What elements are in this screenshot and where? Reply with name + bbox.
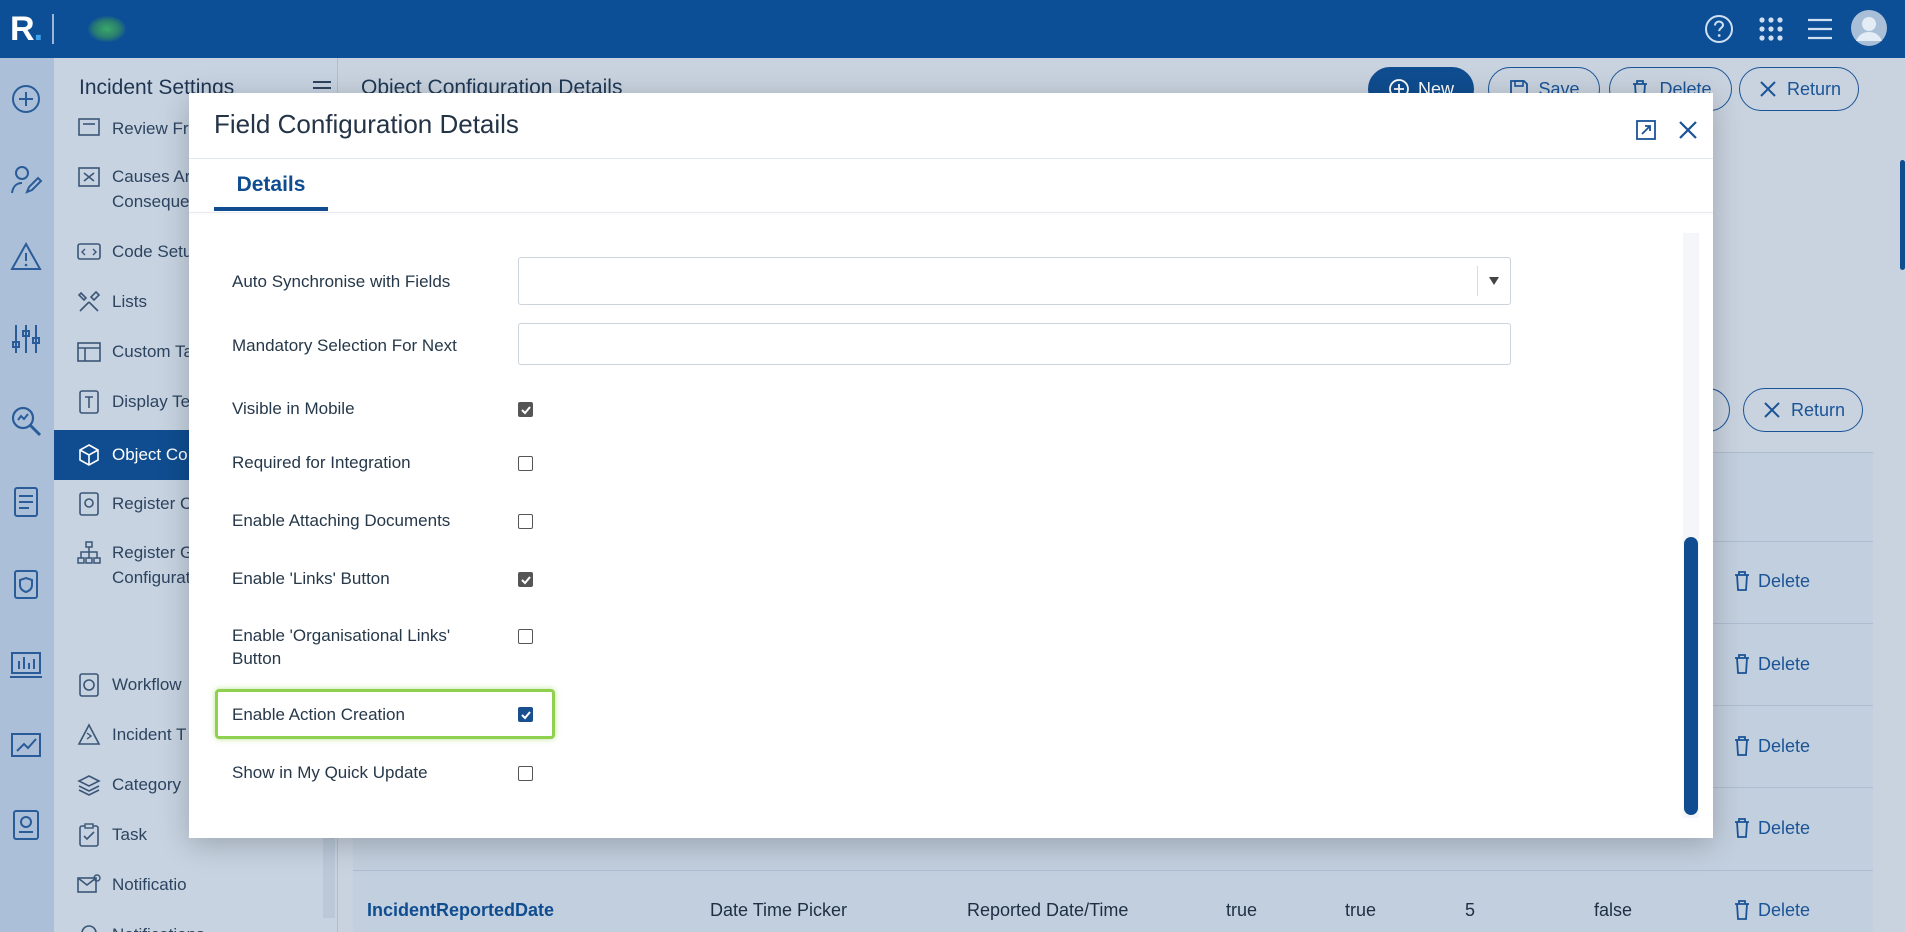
warning-icon[interactable]: [9, 240, 43, 274]
auto-sync-select[interactable]: [518, 257, 1511, 305]
visible-mobile-checkbox[interactable]: [518, 402, 533, 417]
hierarchy-icon: [76, 540, 102, 566]
help-icon[interactable]: [1703, 13, 1735, 45]
user-edit-icon[interactable]: [9, 163, 43, 197]
shield-document-icon[interactable]: [9, 567, 43, 601]
action-creation-checkbox[interactable]: [518, 707, 533, 722]
modal-title: Field Configuration Details: [214, 109, 519, 139]
side-item-notifications[interactable]: Notifications: [54, 922, 324, 932]
page-scrollbar[interactable]: [1900, 160, 1905, 270]
modal-scrollbar-thumb[interactable]: [1684, 537, 1698, 815]
side-item-notification-templates[interactable]: Notificatio: [54, 872, 324, 902]
incident-type-icon: [76, 722, 102, 748]
mandatory-selection-input[interactable]: [518, 323, 1511, 365]
field-configuration-modal: Field Configuration Details Details Auto…: [189, 93, 1713, 838]
document-icon[interactable]: [9, 485, 43, 519]
table-cell: 5: [1465, 900, 1476, 920]
search-analytics-icon[interactable]: [9, 404, 43, 438]
trash-icon: [1735, 654, 1749, 674]
required-integration-checkbox[interactable]: [518, 456, 533, 471]
select-divider: [1477, 266, 1478, 296]
icon-rail: [0, 58, 54, 932]
user-avatar-icon[interactable]: [1851, 10, 1887, 46]
add-circle-icon[interactable]: [9, 82, 43, 116]
modal-header-divider: [189, 158, 1713, 159]
action-creation-label: Enable Action Creation: [232, 705, 405, 724]
close-icon[interactable]: [1677, 119, 1699, 141]
chart-bars-icon[interactable]: [9, 648, 43, 682]
close-x-icon: [1760, 81, 1776, 97]
tab-details[interactable]: Details: [214, 173, 328, 211]
table-cell-field-name[interactable]: IncidentReportedDate: [367, 900, 554, 921]
clipboard-icon: [76, 822, 102, 848]
table-cell-field-label: Reported Date/Time: [967, 900, 1129, 920]
app-logo[interactable]: R.: [10, 10, 43, 49]
notification-mail-icon: [76, 872, 102, 898]
row-delete-button[interactable]: Delete: [1732, 899, 1810, 921]
attach-documents-label: Enable Attaching Documents: [232, 511, 451, 530]
sliders-icon[interactable]: [9, 322, 43, 356]
display-text-icon: [76, 389, 102, 415]
trash-icon: [1735, 736, 1749, 756]
table-icon: [76, 339, 102, 365]
quick-update-checkbox[interactable]: [518, 766, 533, 781]
top-bar: R.: [0, 0, 1905, 58]
row-delete-button[interactable]: Delete: [1732, 653, 1810, 675]
org-links-label: Enable 'Organisational Links' Button: [232, 626, 451, 668]
layers-icon: [76, 772, 102, 798]
menu-icon[interactable]: [1804, 13, 1836, 45]
expand-icon[interactable]: [1636, 120, 1656, 140]
table-cell: true: [1226, 900, 1258, 920]
visible-mobile-label: Visible in Mobile: [232, 399, 355, 418]
trash-icon: [1735, 818, 1749, 838]
required-integration-label: Required for Integration: [232, 453, 411, 472]
dropdown-arrow-icon[interactable]: [1488, 276, 1500, 286]
org-links-checkbox[interactable]: [518, 629, 533, 644]
return-button-secondary[interactable]: Return: [1743, 388, 1863, 432]
trash-icon: [1735, 900, 1749, 920]
table-cell: false: [1594, 900, 1633, 920]
register-icon: [76, 491, 102, 517]
trash-icon: [1735, 571, 1749, 591]
active-tab-indicator: [214, 207, 328, 211]
report-icon[interactable]: [9, 808, 43, 842]
row-delete-button[interactable]: Delete: [1732, 817, 1810, 839]
mandatory-selection-label: Mandatory Selection For Next: [232, 336, 457, 355]
company-logo: [88, 16, 126, 42]
attach-documents-checkbox[interactable]: [518, 514, 533, 529]
review-icon: [76, 116, 102, 142]
return-button[interactable]: Return: [1739, 67, 1859, 111]
code-icon: [76, 239, 102, 265]
logo-divider: [52, 14, 54, 44]
apps-grid-icon[interactable]: [1755, 13, 1787, 45]
table-cell-field-type: Date Time Picker: [710, 900, 848, 920]
causes-icon: [76, 164, 102, 190]
table-row-divider: [353, 870, 1873, 871]
row-delete-button[interactable]: Delete: [1732, 735, 1810, 757]
quick-update-label: Show in My Quick Update: [232, 763, 428, 782]
bell-icon: [76, 922, 102, 932]
auto-sync-label: Auto Synchronise with Fields: [232, 272, 451, 291]
links-button-checkbox[interactable]: [518, 572, 533, 587]
trend-chart-icon[interactable]: [9, 728, 43, 762]
row-delete-button[interactable]: Delete: [1732, 570, 1810, 592]
tab-divider: [189, 212, 1713, 213]
cube-icon: [76, 442, 102, 468]
close-x-icon: [1764, 402, 1780, 418]
tools-icon: [76, 289, 102, 315]
links-button-label: Enable 'Links' Button: [232, 569, 390, 588]
workflow-icon: [76, 672, 102, 698]
table-cell: true: [1345, 900, 1377, 920]
